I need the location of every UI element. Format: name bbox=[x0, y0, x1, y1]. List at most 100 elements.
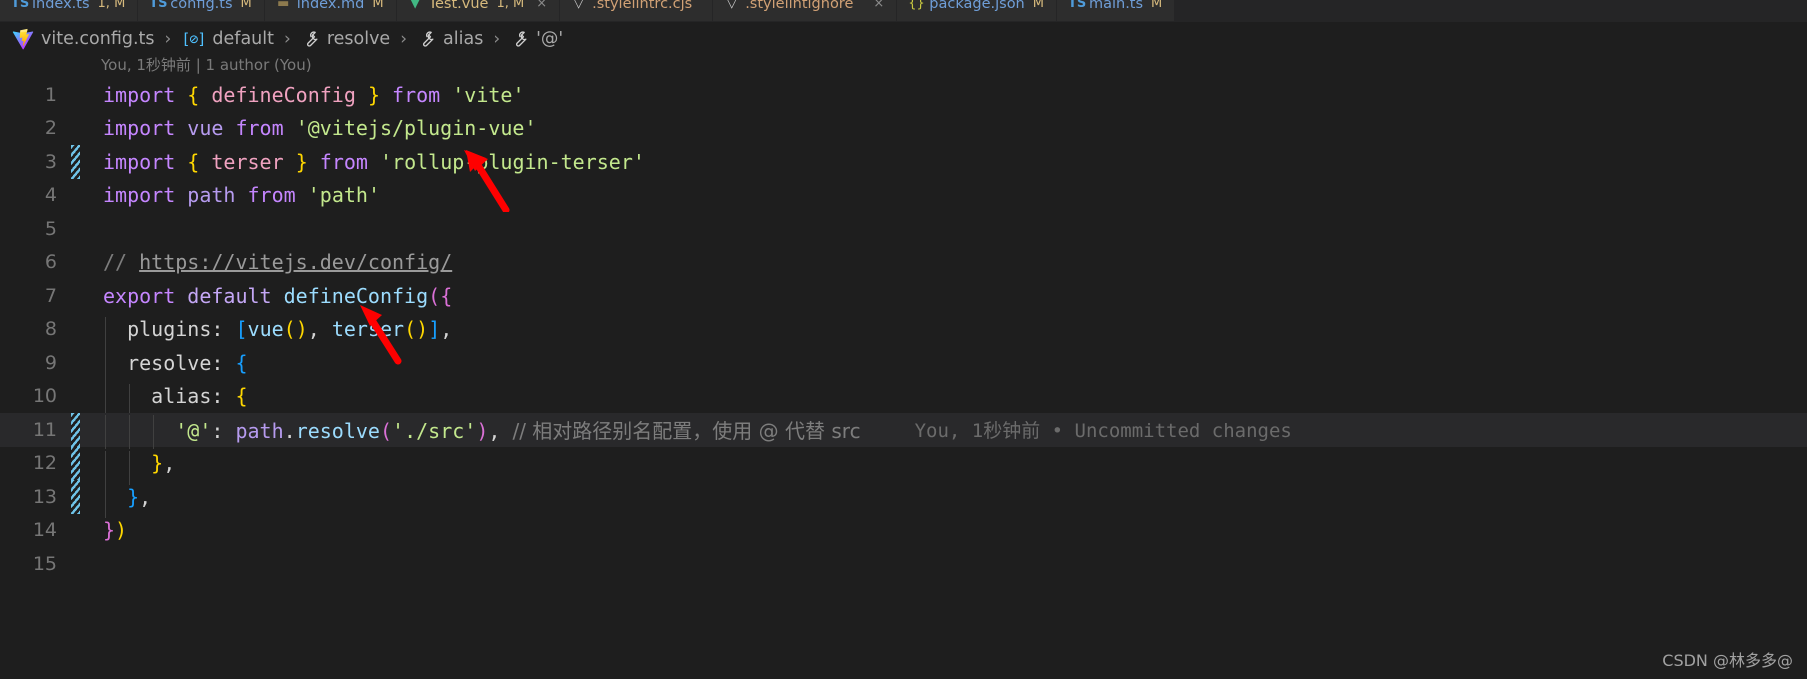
tab-badge: 1, M bbox=[97, 0, 126, 11]
code-line[interactable]: 12 }, bbox=[0, 446, 1807, 485]
close-icon[interactable]: × bbox=[536, 0, 547, 11]
line-number: 1 bbox=[44, 83, 57, 106]
tab-label: .stylelintignore bbox=[745, 0, 854, 12]
code-line[interactable]: 7 export default defineConfig({ bbox=[0, 279, 1807, 313]
code-line[interactable]: 1 import { defineConfig } from 'vite' bbox=[0, 78, 1807, 112]
code-line[interactable]: 9 resolve: { bbox=[0, 346, 1807, 385]
code-line[interactable]: 6 // https://vitejs.dev/config/ bbox=[0, 246, 1807, 280]
line-number: 10 bbox=[32, 385, 57, 408]
code-editor[interactable]: 1 import { defineConfig } from 'vite' 2 … bbox=[0, 78, 1807, 679]
editor-tab-bar: TS index.ts 1, M TS config.ts M ▬ index.… bbox=[0, 0, 1807, 22]
code-text: alias: { bbox=[103, 384, 248, 418]
tab-label: index.md bbox=[296, 0, 365, 12]
code-line[interactable]: 4 import path from 'path' bbox=[0, 179, 1807, 213]
code-line[interactable]: 2 import vue from '@vitejs/plugin-vue' bbox=[0, 112, 1807, 146]
wrench-icon bbox=[417, 30, 436, 49]
tab-index-ts[interactable]: TS index.ts 1, M bbox=[0, 0, 139, 21]
vite-logo-icon bbox=[12, 28, 34, 50]
line-number: 4 bbox=[44, 184, 57, 207]
tab-label: .stylelintrc.cjs bbox=[592, 0, 693, 12]
breadcrumb-item-at-alias[interactable]: '@' bbox=[510, 29, 563, 49]
line-number: 5 bbox=[44, 217, 57, 240]
breadcrumb-item-file[interactable]: vite.config.ts bbox=[12, 28, 155, 50]
gutter bbox=[57, 246, 103, 280]
code-text: plugins: [vue(), terser()], bbox=[103, 317, 452, 351]
code-text: '@': path.resolve('./src'), // 相对路径别名配置，… bbox=[103, 415, 861, 449]
gutter-modified-indicator[interactable] bbox=[57, 413, 103, 447]
tab-badge: M bbox=[1032, 0, 1044, 11]
breadcrumb: vite.config.ts › [⊘] default › resolve › bbox=[0, 22, 1807, 56]
typescript-icon: TS bbox=[1067, 0, 1087, 11]
tab-badge: M bbox=[1151, 0, 1163, 11]
breadcrumb-item-label: resolve bbox=[326, 29, 391, 49]
tab-config-ts[interactable]: TS config.ts M bbox=[138, 0, 265, 21]
line-number: 12 bbox=[32, 452, 57, 475]
breadcrumb-item-label: default bbox=[212, 29, 274, 49]
code-line[interactable]: 15 bbox=[0, 547, 1807, 581]
gutter bbox=[57, 212, 103, 246]
line-number: 11 bbox=[32, 418, 57, 441]
code-line[interactable]: 3 import { terser } from 'rollup-plugin-… bbox=[0, 145, 1807, 179]
line-number: 8 bbox=[44, 318, 57, 341]
breadcrumb-separator-icon: › bbox=[284, 29, 291, 49]
gutter-modified-indicator[interactable] bbox=[57, 145, 103, 179]
tab-main-ts[interactable]: TS main.ts M bbox=[1056, 0, 1176, 21]
close-icon[interactable]: × bbox=[873, 0, 884, 11]
git-blame-header: You, 1秒钟前 | 1 author (You) bbox=[101, 56, 312, 74]
line-number: 9 bbox=[44, 351, 57, 374]
line-number: 15 bbox=[32, 552, 57, 575]
watermark: CSDN @林多多@ bbox=[1662, 651, 1793, 670]
wrench-icon bbox=[510, 30, 529, 49]
breadcrumb-separator-icon: › bbox=[493, 29, 501, 49]
line-number: 7 bbox=[44, 284, 57, 307]
gutter-modified-indicator[interactable] bbox=[57, 446, 103, 481]
module-cube-icon: [⊘] bbox=[181, 30, 206, 48]
code-text: import vue from '@vitejs/plugin-vue' bbox=[103, 116, 537, 141]
line-number: 3 bbox=[44, 150, 57, 173]
code-line[interactable]: 10 alias: { bbox=[0, 380, 1807, 418]
breadcrumb-file-label: vite.config.ts bbox=[41, 29, 155, 49]
wrench-icon bbox=[301, 30, 320, 49]
markdown-icon: ▬ bbox=[277, 0, 290, 11]
typescript-icon: TS bbox=[149, 0, 168, 11]
tab-label: index.ts bbox=[32, 0, 90, 12]
code-text: }) bbox=[103, 518, 128, 543]
gutter-modified-indicator[interactable] bbox=[57, 480, 103, 514]
breadcrumb-item-resolve[interactable]: resolve bbox=[301, 29, 390, 49]
code-text: export default defineConfig({ bbox=[103, 283, 453, 308]
gutter bbox=[57, 346, 103, 380]
line-number: 13 bbox=[32, 485, 57, 508]
code-line[interactable]: 13 }, bbox=[0, 480, 1807, 519]
tab-label: main.ts bbox=[1088, 0, 1144, 12]
tab-package-json[interactable]: {} package.json M bbox=[897, 0, 1057, 21]
code-text: import { terser } from 'rollup-plugin-te… bbox=[103, 149, 645, 174]
gutter bbox=[57, 514, 103, 548]
tab-badge: M bbox=[240, 0, 252, 11]
comment-url-link[interactable]: https://vitejs.dev/config/ bbox=[139, 250, 452, 274]
tab-label: config.ts bbox=[170, 0, 233, 12]
gutter bbox=[57, 313, 103, 347]
tab-index-md[interactable]: ▬ index.md M bbox=[264, 0, 397, 21]
code-text: }, bbox=[103, 451, 175, 485]
vue-icon: ▽ bbox=[726, 0, 737, 11]
code-text: resolve: { bbox=[103, 350, 248, 385]
vscode-editor-window: TS index.ts 1, M TS config.ts M ▬ index.… bbox=[0, 0, 1807, 679]
tab-test-vue[interactable]: ▼ Test.vue 1, M × bbox=[396, 0, 561, 21]
breadcrumb-separator-icon: › bbox=[164, 29, 172, 49]
code-line[interactable]: 5 bbox=[0, 212, 1807, 246]
code-text: import path from 'path' bbox=[103, 183, 380, 208]
code-line[interactable]: 14 }) bbox=[0, 514, 1807, 548]
breadcrumb-item-default[interactable]: [⊘] default bbox=[181, 29, 274, 49]
breadcrumb-item-alias[interactable]: alias bbox=[417, 29, 483, 49]
line-number: 2 bbox=[44, 117, 57, 140]
breadcrumb-item-label: '@' bbox=[536, 29, 564, 49]
tab-stylelintrc-cjs[interactable]: ▽ .stylelintrc.cjs bbox=[560, 0, 714, 21]
gutter bbox=[57, 78, 103, 112]
code-line-current[interactable]: 11 '@': path.resolve('./src'), // 相对路径别名… bbox=[0, 413, 1807, 449]
vue-icon: ▽ bbox=[573, 0, 584, 11]
tab-stylelintignore[interactable]: ▽ .stylelintignore × bbox=[713, 0, 898, 21]
line-number: 6 bbox=[44, 251, 57, 274]
gutter bbox=[57, 112, 103, 146]
code-text: }, bbox=[103, 484, 151, 519]
code-line[interactable]: 8 plugins: [vue(), terser()], bbox=[0, 313, 1807, 351]
